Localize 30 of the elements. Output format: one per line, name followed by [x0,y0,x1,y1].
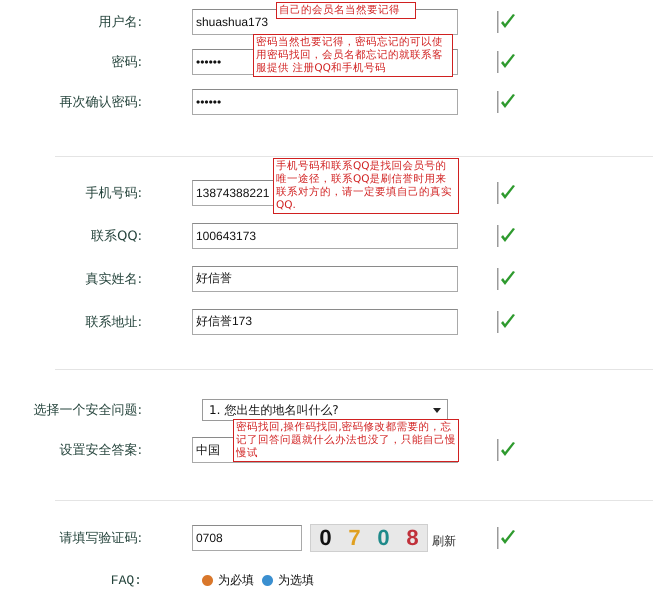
captcha-digit: 7 [348,525,361,551]
field-label: 联系地址: [86,314,142,330]
hint-tooltip: 手机号码和联系QQ是找回会员号的唯一途径，联系QQ是刷信誉时用来联系对方的，请一定要填自己的真实QQ. [273,158,459,214]
refresh-link[interactable]: 刷新 [432,533,456,550]
field-label: 再次确认密码: [60,94,142,111]
field-label: 请填写验证码: [60,530,142,547]
field-label: 设置安全答案: [60,442,142,459]
field-label: 手机号码: [86,184,142,202]
text-field[interactable]: •••••• [192,89,458,115]
legend-text: 为必填 [218,572,254,588]
field-label: 用户名: [98,14,142,31]
hint-tooltip: 自己的会员名当然要记得 [276,2,416,19]
captcha-digit: 0 [319,525,332,551]
caret-icon [433,408,441,412]
captcha-field[interactable]: 0708 [192,525,302,551]
text-field[interactable]: 好信誉 [192,266,458,292]
text-field[interactable]: 好信誉173 [192,308,458,334]
hint-tooltip: 密码找回,操作码找回,密码修改都需要的，忘记了回答问题就什么办法也没了，只能自己慢慢试 [233,419,459,462]
field-label: FAQ: [110,572,142,588]
field-label: 联系QQ: [91,228,142,244]
hint-tooltip: 密码当然也要记得，密码忘记的可以使用密码找回，会员名都忘记的就联系客服提供 注册QQ和手机号码 [253,34,453,77]
captcha-digit: 8 [406,525,419,551]
question-dropdown[interactable]: 1. 您出生的地名叫什么? [202,399,448,421]
legend-text: 为选填 [278,572,314,588]
field-label: 密码: [112,54,142,71]
captcha-digit: 0 [377,525,390,551]
captcha-image[interactable]: 0 7 0 8 [310,524,428,552]
field-label: 真实姓名: [86,270,142,288]
field-label: 选择一个安全问题: [34,402,142,419]
text-field[interactable]: 100643173 [192,222,458,248]
